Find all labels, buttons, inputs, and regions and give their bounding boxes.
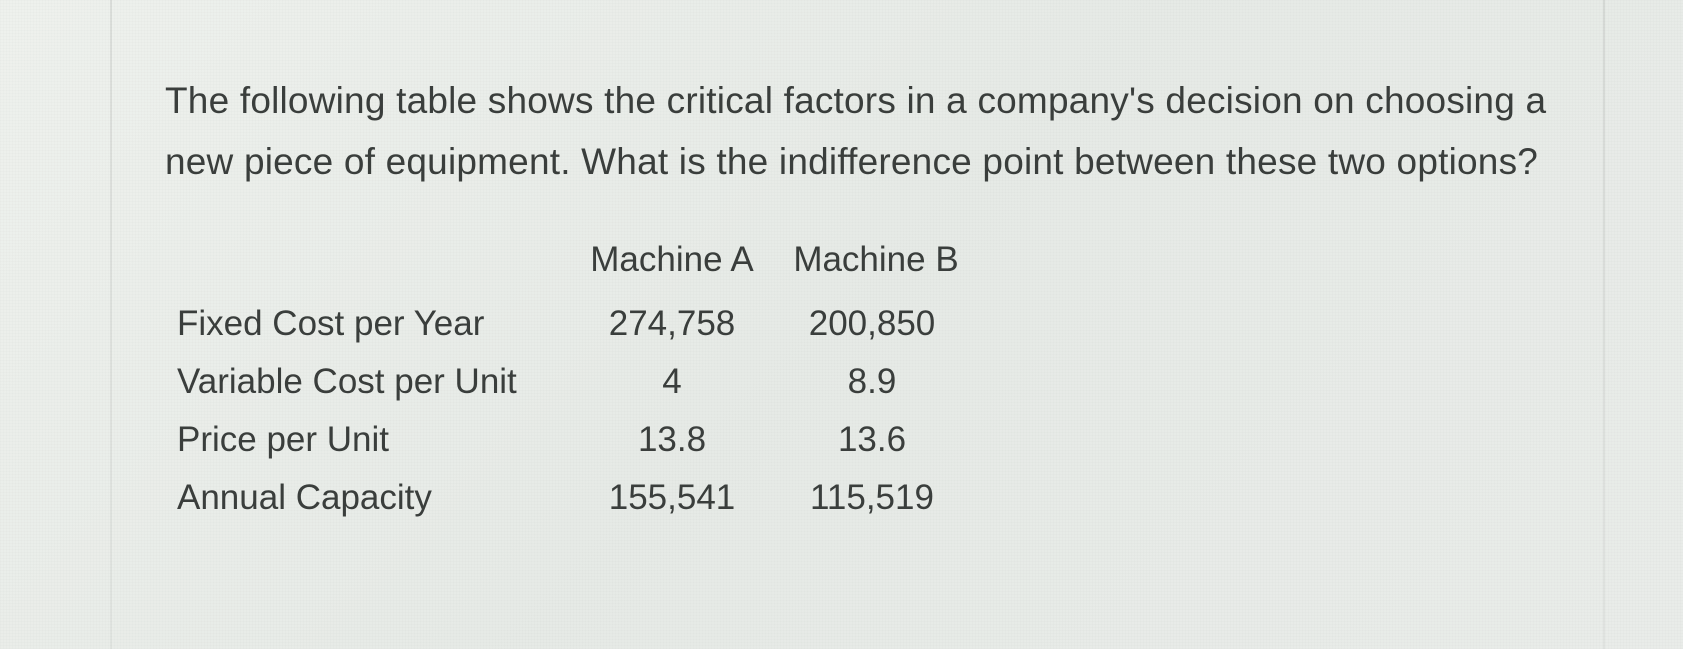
table-header-row: Machine A Machine B bbox=[177, 240, 1553, 280]
cell-machine-b: 115,519 bbox=[772, 478, 972, 518]
row-label: Annual Capacity bbox=[177, 478, 572, 518]
right-margin-line bbox=[1603, 0, 1605, 649]
row-label: Price per Unit bbox=[177, 420, 572, 460]
cell-machine-b: 200,850 bbox=[772, 304, 972, 344]
table-row: Price per Unit 13.8 13.6 bbox=[177, 420, 1553, 460]
content-area: The following table shows the critical f… bbox=[165, 70, 1553, 536]
table-row: Fixed Cost per Year 274,758 200,850 bbox=[177, 304, 1553, 344]
column-header-machine-a: Machine A bbox=[572, 240, 772, 280]
cell-machine-a: 274,758 bbox=[572, 304, 772, 344]
data-table: Machine A Machine B Fixed Cost per Year … bbox=[177, 240, 1553, 518]
cell-machine-a: 13.8 bbox=[572, 420, 772, 460]
left-margin-line bbox=[110, 0, 112, 649]
row-label: Fixed Cost per Year bbox=[177, 304, 572, 344]
table-row: Annual Capacity 155,541 115,519 bbox=[177, 478, 1553, 518]
cell-machine-b: 8.9 bbox=[772, 362, 972, 402]
header-machines: Machine A Machine B bbox=[572, 240, 976, 280]
row-label: Variable Cost per Unit bbox=[177, 362, 572, 402]
cell-machine-a: 155,541 bbox=[572, 478, 772, 518]
cell-machine-b: 13.6 bbox=[772, 420, 972, 460]
cell-machine-a: 4 bbox=[572, 362, 772, 402]
table-row: Variable Cost per Unit 4 8.9 bbox=[177, 362, 1553, 402]
column-header-machine-b: Machine B bbox=[776, 240, 976, 280]
question-text: The following table shows the critical f… bbox=[165, 70, 1553, 192]
header-spacer bbox=[177, 240, 572, 280]
